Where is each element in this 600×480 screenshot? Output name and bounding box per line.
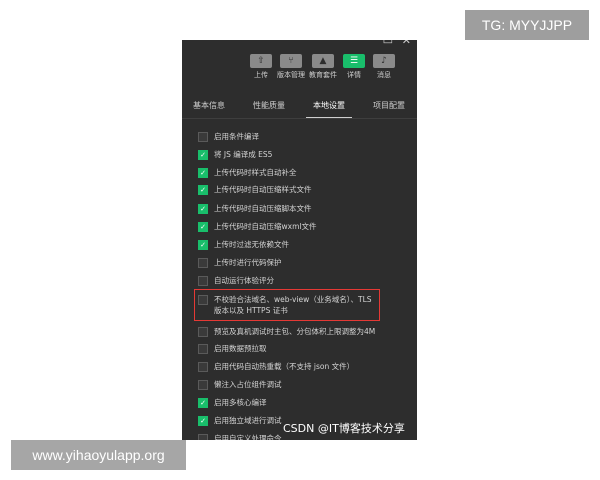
checkbox-unchecked[interactable]: [198, 380, 208, 390]
setting-row[interactable]: 启用条件编译: [198, 131, 259, 145]
setting-label: 上传时进行代码保护: [214, 258, 282, 267]
upload-button[interactable]: ⇧ 上传: [246, 54, 276, 80]
setting-label: 启用数据预拉取: [214, 344, 267, 353]
setting-row[interactable]: ✓ 启用独立域进行调试: [198, 415, 282, 429]
setting-row[interactable]: 懒注入占位组件调试: [198, 379, 282, 393]
checkbox-checked[interactable]: ✓: [198, 416, 208, 426]
setting-label: 将 JS 编译成 ES5: [214, 150, 273, 159]
details-button[interactable]: ☰ 详情: [339, 54, 369, 80]
checkbox-checked[interactable]: ✓: [198, 398, 208, 408]
details-label: 详情: [347, 71, 361, 79]
setting-row[interactable]: 预览及真机调试时主包、分包体积上限调整为4M: [198, 326, 375, 340]
graduation-cap-icon: ▲: [312, 54, 334, 68]
checkbox-unchecked[interactable]: [198, 258, 208, 268]
setting-label: 启用自定义处理命令: [214, 434, 282, 440]
csdn-watermark: CSDN @IT博客技术分享: [283, 422, 405, 435]
branch-icon: ⑂: [280, 54, 302, 68]
setting-row[interactable]: ✓ 启用多核心编译: [198, 397, 267, 411]
setting-label: 上传代码时自动压缩脚本文件: [214, 204, 312, 213]
version-management-button[interactable]: ⑂ 版本管理: [276, 54, 306, 80]
setting-row[interactable]: ✓ 上传代码时自动压缩脚本文件: [198, 203, 312, 217]
upload-label: 上传: [254, 71, 268, 79]
bell-icon: ♪: [373, 54, 395, 68]
checkbox-checked[interactable]: ✓: [198, 204, 208, 214]
setting-row[interactable]: 启用代码自动热重载（不支持 json 文件）: [198, 361, 354, 375]
checkbox-unchecked[interactable]: [198, 132, 208, 142]
setting-label: 启用独立域进行调试: [214, 416, 282, 425]
highlight-box: [194, 289, 380, 321]
setting-row[interactable]: ✓ 上传时过滤无依赖文件: [198, 239, 289, 253]
tab-local-settings[interactable]: 本地设置: [313, 100, 345, 111]
checkbox-unchecked[interactable]: [198, 362, 208, 372]
settings-panel: ▭ ✕ ⇧ 上传 ⑂ 版本管理 ▲ 教育套件 ☰ 详情 ♪ 消息 基本信息 性能…: [182, 40, 417, 440]
tab-basic-info[interactable]: 基本信息: [193, 100, 225, 111]
checkbox-unchecked[interactable]: [198, 434, 208, 440]
messages-button[interactable]: ♪ 消息: [369, 54, 399, 80]
close-icon[interactable]: ✕: [402, 40, 411, 47]
setting-label: 启用条件编译: [214, 132, 259, 141]
tab-project-config[interactable]: 项目配置: [373, 100, 405, 111]
setting-label: 上传代码时自动压缩wxml文件: [214, 222, 317, 231]
active-tab-indicator: [306, 117, 352, 118]
setting-label: 上传时过滤无依赖文件: [214, 240, 289, 249]
checkbox-checked[interactable]: ✓: [198, 185, 208, 195]
setting-label: 上传代码时自动压缩样式文件: [214, 185, 312, 194]
telegram-badge: TG: MYYJJPP: [465, 10, 589, 40]
setting-row[interactable]: 启用自定义处理命令: [198, 433, 282, 440]
checkbox-checked[interactable]: ✓: [198, 240, 208, 250]
messages-label: 消息: [377, 71, 391, 79]
settings-tabs: 基本信息 性能质量 本地设置 项目配置: [182, 96, 417, 119]
education-kit-button[interactable]: ▲ 教育套件: [308, 54, 338, 80]
checkbox-unchecked[interactable]: [198, 276, 208, 286]
setting-row[interactable]: 启用数据预拉取: [198, 343, 267, 357]
upload-icon: ⇧: [250, 54, 272, 68]
setting-row[interactable]: ✓ 上传代码时自动压缩wxml文件: [198, 221, 316, 235]
checkbox-checked[interactable]: ✓: [198, 150, 208, 160]
setting-label: 启用多核心编译: [214, 398, 267, 407]
setting-label: 自动运行体验评分: [214, 276, 274, 285]
version-management-label: 版本管理: [277, 71, 305, 79]
setting-label: 上传代码时样式自动补全: [214, 168, 297, 177]
site-url-badge: www.yihaoyulapp.org: [11, 440, 186, 470]
tab-performance-quality[interactable]: 性能质量: [253, 100, 285, 111]
education-kit-label: 教育套件: [309, 71, 337, 79]
setting-row[interactable]: ✓ 将 JS 编译成 ES5: [198, 149, 272, 163]
setting-row[interactable]: 自动运行体验评分: [198, 275, 274, 289]
checkbox-checked[interactable]: ✓: [198, 222, 208, 232]
setting-row[interactable]: ✓ 上传代码时自动压缩样式文件: [198, 184, 312, 198]
toolbar: ⇧ 上传 ⑂ 版本管理 ▲ 教育套件 ☰ 详情 ♪ 消息: [182, 54, 417, 88]
setting-label: 懒注入占位组件调试: [214, 380, 282, 389]
setting-label: 预览及真机调试时主包、分包体积上限调整为4M: [214, 327, 376, 336]
setting-row[interactable]: ✓ 上传代码时样式自动补全: [198, 167, 297, 181]
setting-row[interactable]: 上传时进行代码保护: [198, 257, 282, 271]
checkbox-unchecked[interactable]: [198, 344, 208, 354]
setting-label: 启用代码自动热重载（不支持 json 文件）: [214, 362, 355, 371]
list-icon: ☰: [343, 54, 365, 68]
minimize-icon[interactable]: ▭: [383, 40, 393, 47]
checkbox-unchecked[interactable]: [198, 327, 208, 337]
checkbox-checked[interactable]: ✓: [198, 168, 208, 178]
